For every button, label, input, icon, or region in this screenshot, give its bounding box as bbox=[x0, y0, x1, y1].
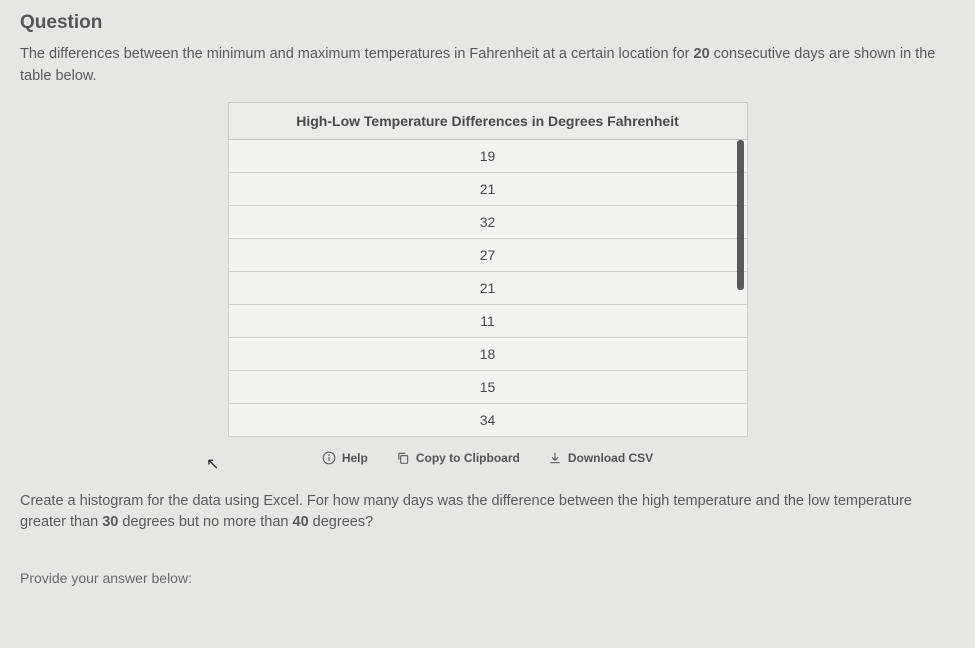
table-row: 27 bbox=[228, 238, 747, 271]
table-row: 32 bbox=[228, 205, 747, 238]
intro-text-1: The differences between the minimum and … bbox=[20, 46, 694, 62]
table-row: 21 bbox=[228, 172, 747, 205]
download-button[interactable]: Download CSV bbox=[548, 451, 653, 465]
copy-label: Copy to Clipboard bbox=[416, 451, 520, 465]
help-button[interactable]: Help bbox=[322, 451, 368, 465]
table-cell: 21 bbox=[228, 271, 747, 304]
table-row: 34 bbox=[228, 403, 747, 436]
scrollbar-thumb[interactable] bbox=[737, 140, 744, 290]
table-wrapper: High-Low Temperature Differences in Degr… bbox=[20, 102, 955, 437]
intro-days-count: 20 bbox=[694, 46, 710, 62]
table-cell: 34 bbox=[228, 403, 747, 436]
instruction-part-3: degrees? bbox=[309, 514, 374, 530]
instruction-value-1: 30 bbox=[102, 514, 118, 530]
instruction-part-2: degrees but no more than bbox=[118, 514, 292, 530]
table-row: 15 bbox=[228, 370, 747, 403]
table-cell: 21 bbox=[228, 172, 747, 205]
question-intro: The differences between the minimum and … bbox=[20, 44, 955, 88]
data-table: High-Low Temperature Differences in Degr… bbox=[228, 102, 748, 437]
help-label: Help bbox=[342, 451, 368, 465]
question-heading: Question bbox=[20, 12, 955, 34]
table-header: High-Low Temperature Differences in Degr… bbox=[228, 102, 747, 139]
instruction-value-2: 40 bbox=[293, 514, 309, 530]
copy-icon bbox=[396, 451, 410, 465]
table-cell: 15 bbox=[228, 370, 747, 403]
table-cell: 32 bbox=[228, 205, 747, 238]
table-row: 21 bbox=[228, 271, 747, 304]
table-row: 11 bbox=[228, 304, 747, 337]
table-cell: 18 bbox=[228, 337, 747, 370]
info-icon bbox=[322, 451, 336, 465]
table-row: 19 bbox=[228, 139, 747, 172]
download-icon bbox=[548, 451, 562, 465]
table-cell: 11 bbox=[228, 304, 747, 337]
copy-button[interactable]: Copy to Clipboard bbox=[396, 451, 520, 465]
table-row: 18 bbox=[228, 337, 747, 370]
table-cell: 19 bbox=[228, 139, 747, 172]
instruction-text: Create a histogram for the data using Ex… bbox=[20, 491, 955, 535]
table-cell: 27 bbox=[228, 238, 747, 271]
download-label: Download CSV bbox=[568, 451, 653, 465]
answer-prompt: Provide your answer below: bbox=[20, 570, 955, 586]
table-actions: Help Copy to Clipboard Download CSV bbox=[20, 451, 955, 465]
